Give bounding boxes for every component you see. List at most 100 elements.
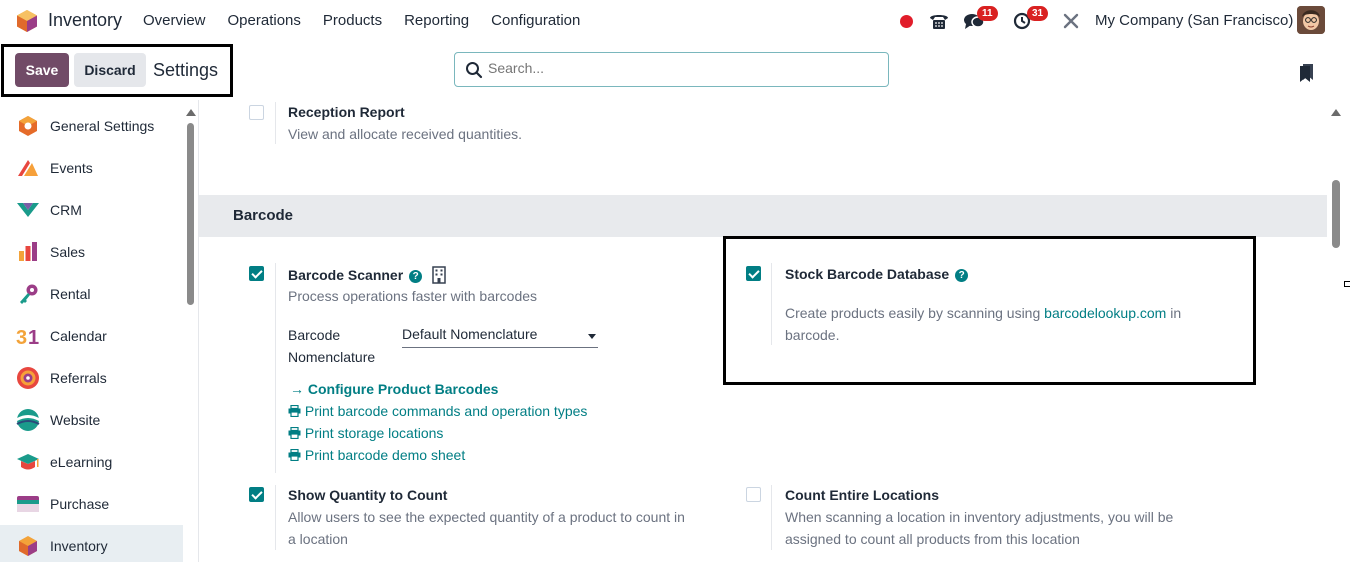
highlight-frame-stock-barcode [723, 236, 1256, 385]
sidebar-item-label: eLearning [50, 454, 113, 470]
nomenclature-select[interactable]: Default Nomenclature [402, 326, 598, 348]
crm-icon [16, 198, 40, 222]
content-scroll-thumb[interactable] [1332, 180, 1340, 248]
print-storage-locations-link[interactable]: Print storage locations [288, 425, 443, 441]
chevron-down-icon [588, 334, 596, 339]
website-icon [16, 408, 40, 432]
menu-products[interactable]: Products [323, 12, 382, 29]
discard-button[interactable]: Discard [74, 53, 146, 87]
phone-icon[interactable] [928, 0, 950, 42]
sidebar-item-label: CRM [50, 202, 82, 218]
count-entire-locations-desc: When scanning a location in inventory ad… [785, 506, 1225, 550]
sidebar-item-purchase[interactable]: Purchase [0, 483, 183, 525]
top-navbar: Inventory Overview Operations Products R… [0, 0, 1350, 42]
sidebar-item-inventory[interactable]: Inventory [0, 525, 183, 562]
inventory-icon [16, 534, 40, 558]
page-title: Settings [153, 60, 219, 80]
desc-text: Allow users to see the expected quantity… [288, 509, 685, 525]
link-label: Print storage locations [304, 425, 444, 441]
scroll-up-arrow-icon[interactable] [1331, 109, 1341, 116]
nomenclature-label-line2: Nomenclature [288, 349, 376, 365]
sidebar-item-calendar[interactable]: 31 Calendar [0, 315, 183, 357]
sidebar-item-label: General Settings [50, 118, 155, 134]
sales-icon [16, 240, 40, 264]
activities-icon[interactable]: 31 [1013, 0, 1049, 42]
search-bar[interactable] [454, 52, 889, 87]
sidebar-item-referrals[interactable]: Referrals [0, 357, 183, 399]
print-barcode-commands-link[interactable]: Print barcode commands and operation typ… [288, 403, 587, 419]
debug-tools-icon[interactable] [1062, 0, 1080, 42]
reception-report-title: Reception Report [288, 104, 405, 120]
referrals-icon [16, 366, 40, 390]
sidebar-item-label: Calendar [50, 328, 107, 344]
app-name[interactable]: Inventory [48, 10, 122, 31]
content-scrollbar[interactable] [1330, 100, 1342, 562]
events-icon [16, 156, 40, 180]
inventory-app-icon[interactable] [14, 8, 40, 34]
purchase-icon [16, 492, 40, 516]
show-quantity-checkbox[interactable] [249, 487, 264, 502]
sidebar-item-label: Inventory [50, 538, 108, 554]
svg-text:3: 3 [16, 327, 27, 347]
company-switcher[interactable]: My Company (San Francisco) [1095, 12, 1293, 29]
link-label: Print barcode demo sheet [304, 447, 466, 463]
bookmark-icon[interactable] [1299, 62, 1315, 82]
building-icon [432, 266, 446, 284]
sidebar-item-label: Sales [50, 244, 86, 260]
sidebar-item-rental[interactable]: Rental [0, 273, 183, 315]
messages-badge: 11 [977, 6, 998, 21]
section-title: Barcode [233, 207, 294, 224]
scroll-up-arrow-icon[interactable] [186, 109, 196, 116]
menu-reporting[interactable]: Reporting [404, 12, 469, 29]
activities-badge: 31 [1027, 6, 1049, 21]
sidebar-item-events[interactable]: Events [0, 147, 183, 189]
barcode-scanner-desc: Process operations faster with barcodes [288, 288, 538, 304]
messages-icon[interactable]: 11 [963, 0, 998, 42]
print-barcode-demo-link[interactable]: Print barcode demo sheet [288, 447, 465, 463]
rental-icon [16, 282, 40, 306]
recording-indicator-icon[interactable] [900, 0, 913, 42]
sidebar-item-sales[interactable]: Sales [0, 231, 183, 273]
barcode-scanner-checkbox[interactable] [249, 266, 264, 281]
sidebar-item-elearning[interactable]: eLearning [0, 441, 183, 483]
user-avatar[interactable] [1297, 6, 1325, 34]
printer-icon [288, 448, 301, 462]
configure-product-barcodes-link[interactable]: → Configure Product Barcodes [290, 381, 498, 397]
reception-report-checkbox[interactable] [249, 105, 264, 120]
search-input[interactable] [488, 60, 868, 76]
sidebar-item-label: Events [50, 160, 93, 176]
show-quantity-desc: Allow users to see the expected quantity… [288, 506, 728, 550]
help-icon[interactable]: ? [409, 270, 423, 283]
nomenclature-label-line1: Barcode [288, 327, 341, 343]
count-entire-locations-title: Count Entire Locations [785, 487, 939, 503]
desc-text: When scanning a location in inventory ad… [785, 509, 1174, 525]
calendar-icon: 31 [16, 324, 40, 348]
save-button[interactable]: Save [15, 53, 69, 87]
sidebar-scrollbar[interactable] [185, 105, 197, 562]
nomenclature-value: Default Nomenclature [402, 326, 538, 342]
printer-icon [288, 404, 301, 418]
count-entire-locations-checkbox[interactable] [746, 487, 761, 502]
arrow-right-icon: → [290, 381, 304, 397]
sidebar-item-general-settings[interactable]: General Settings [0, 105, 183, 147]
menu-operations[interactable]: Operations [228, 12, 301, 29]
sidebar-item-website[interactable]: Website [0, 399, 183, 441]
sidebar-scroll-thumb[interactable] [187, 123, 194, 305]
svg-text:1: 1 [28, 327, 39, 347]
link-label: Configure Product Barcodes [307, 381, 499, 397]
sidebar-item-label: Referrals [50, 370, 107, 386]
sidebar-item-label: Purchase [50, 496, 110, 512]
menu-overview[interactable]: Overview [143, 12, 206, 29]
settings-sidebar: General Settings Events CRM Sales Rental… [0, 105, 183, 562]
link-label: Print barcode commands and operation typ… [304, 403, 588, 419]
edge-marker [1344, 281, 1350, 287]
option-divider [275, 485, 276, 550]
sidebar-item-label: Website [50, 412, 101, 428]
desc-text: a location [288, 531, 348, 547]
reception-report-desc: View and allocate received quantities. [288, 126, 523, 142]
menu-configuration[interactable]: Configuration [491, 12, 580, 29]
main-menu: Overview Operations Products Reporting C… [143, 12, 580, 29]
printer-icon [288, 426, 301, 440]
option-divider [275, 263, 276, 473]
sidebar-item-crm[interactable]: CRM [0, 189, 183, 231]
